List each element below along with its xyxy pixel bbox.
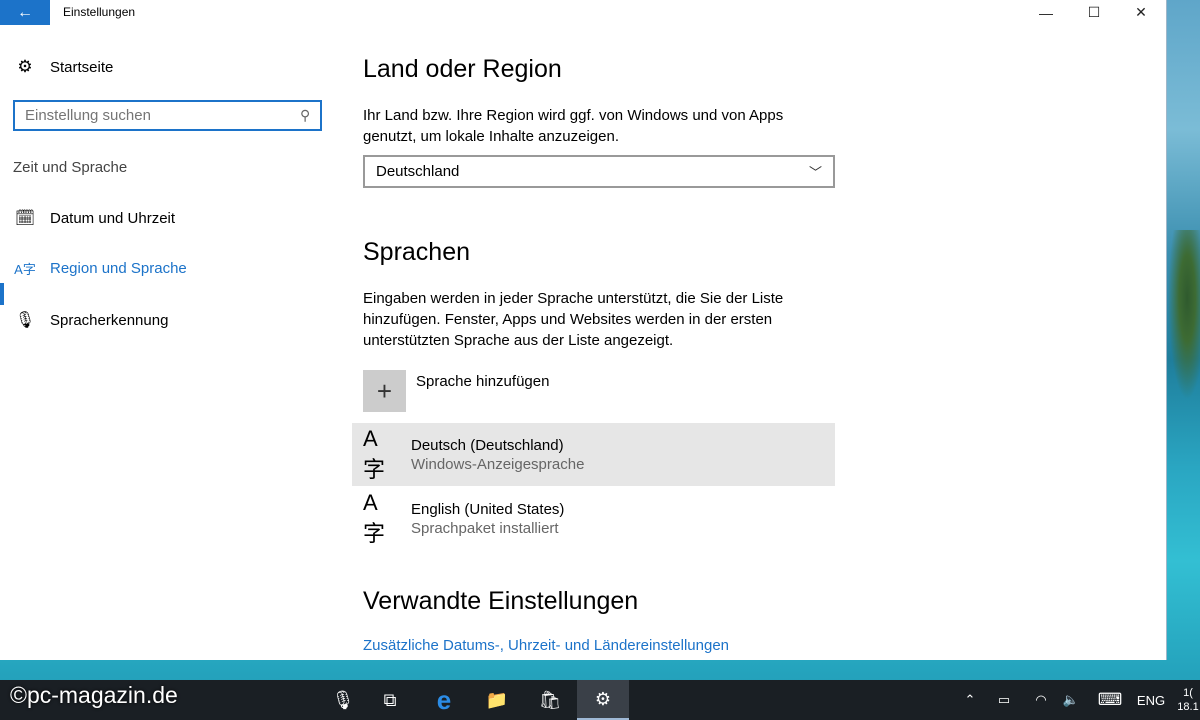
close-icon: ✕ bbox=[1135, 4, 1147, 20]
battery-button[interactable]: ▭ bbox=[990, 680, 1018, 720]
input-language-label: ENG bbox=[1136, 692, 1166, 708]
languages-description-line: Eingaben werden in jeder Sprache unterst… bbox=[363, 290, 784, 307]
additional-settings-link[interactable]: Zusätzliche Datums-, Uhrzeit- und Länder… bbox=[363, 637, 729, 654]
languages-description: Eingaben werden in jeder Sprache unterst… bbox=[363, 288, 783, 351]
search-icon[interactable]: ⚲ bbox=[300, 107, 310, 124]
network-button[interactable]: ◠ bbox=[1028, 680, 1054, 720]
section-label: Zeit und Sprache bbox=[13, 159, 128, 176]
store-button[interactable]: 🛍 bbox=[524, 680, 576, 720]
add-language-label: Sprache hinzufügen bbox=[416, 373, 550, 390]
volume-button[interactable]: 🔈 bbox=[1058, 680, 1084, 720]
keyboard-icon: ⌨ bbox=[1097, 690, 1123, 709]
battery-icon: ▭ bbox=[997, 692, 1011, 707]
microphone-icon: 🎙 bbox=[331, 689, 355, 710]
language-name: Deutsch (Deutschland) bbox=[411, 436, 564, 454]
taskbar: 🎙 ⧉ e 📁 🛍 ⚙ ⌃ ▭ ◠ 🔈 ⌨ ENG 1( 18.1 bbox=[0, 680, 1200, 720]
title-bar: ← Einstellungen — ☐ ✕ bbox=[0, 0, 1166, 25]
minimize-button[interactable]: — bbox=[1022, 0, 1070, 25]
language-icon: A字 bbox=[363, 489, 386, 546]
microphone-icon: 🎙 bbox=[14, 312, 36, 329]
region-description-line: genutzt, um lokale Inhalte anzuzeigen. bbox=[363, 128, 620, 145]
language-name: English (United States) bbox=[411, 500, 565, 518]
region-description: Ihr Land bzw. Ihre Region wird ggf. von … bbox=[363, 105, 783, 147]
cortana-mic-button[interactable]: 🎙 bbox=[325, 680, 361, 720]
maximize-icon: ☐ bbox=[1087, 4, 1101, 20]
language-texts: English (United States) Sprachpaket inst… bbox=[411, 501, 564, 537]
wifi-icon: ◠ bbox=[1035, 692, 1047, 707]
search-input[interactable] bbox=[13, 100, 322, 131]
chevron-up-icon: ⌃ bbox=[964, 692, 976, 707]
maximize-button[interactable]: ☐ bbox=[1070, 0, 1118, 25]
settings-window: ← Einstellungen — ☐ ✕ ⚙ Startseite ⚲ Zei… bbox=[0, 0, 1167, 660]
related-heading: Verwandte Einstellungen bbox=[363, 587, 639, 615]
sidebar: ⚙ Startseite ⚲ Zeit und Sprache 🗓 Datum … bbox=[0, 25, 340, 660]
gear-icon: ⚙ bbox=[594, 688, 612, 709]
back-arrow-icon: ← bbox=[17, 3, 33, 21]
add-language-button[interactable]: + Sprache hinzufügen bbox=[363, 370, 549, 412]
sidebar-item-speech[interactable]: 🎙 Spracherkennung bbox=[14, 310, 169, 330]
language-texts: Deutsch (Deutschland) Windows-Anzeigespr… bbox=[411, 437, 584, 473]
languages-description-line: unterstützten Sprache aus der Liste ange… bbox=[363, 332, 674, 349]
language-icon: A字 bbox=[363, 425, 386, 482]
tray-overflow-button[interactable]: ⌃ bbox=[958, 680, 982, 720]
folder-icon: 📁 bbox=[485, 689, 509, 710]
watermark: ©pc-magazin.de bbox=[10, 682, 178, 708]
calendar-clock-icon: 🗓 bbox=[14, 210, 36, 227]
wallpaper-palm bbox=[1168, 230, 1200, 400]
chevron-down-icon: ﹀ bbox=[808, 165, 822, 180]
clock-button[interactable]: 1( 18.1 bbox=[1176, 680, 1200, 720]
region-description-line: Ihr Land bzw. Ihre Region wird ggf. von … bbox=[363, 107, 784, 124]
edge-icon: e bbox=[436, 684, 452, 715]
minimize-icon: — bbox=[1039, 4, 1053, 21]
nav-home-label: Startseite bbox=[50, 58, 114, 76]
sidebar-item-region-language[interactable]: A字 Region und Sprache bbox=[14, 259, 187, 278]
region-language-icon: A字 bbox=[14, 262, 36, 277]
clock-time: 1( bbox=[1183, 687, 1193, 699]
language-item-english[interactable]: A字 English (United States) Sprachpaket i… bbox=[352, 487, 835, 550]
gear-icon: ⚙ bbox=[17, 57, 33, 76]
sidebar-item-date-time[interactable]: 🗓 Datum und Uhrzeit bbox=[14, 208, 175, 228]
languages-heading: Sprachen bbox=[363, 238, 471, 266]
close-button[interactable]: ✕ bbox=[1117, 0, 1165, 25]
plus-icon: + bbox=[363, 370, 406, 412]
settings-taskbar-button[interactable]: ⚙ bbox=[577, 680, 629, 720]
active-indicator bbox=[0, 283, 4, 305]
main-content: Land oder Region Ihr Land bzw. Ihre Regi… bbox=[352, 25, 1143, 660]
country-dropdown-value: Deutschland bbox=[376, 163, 460, 180]
edge-button[interactable]: e bbox=[418, 680, 470, 720]
input-language-button[interactable]: ENG bbox=[1134, 680, 1168, 720]
sidebar-item-label: Spracherkennung bbox=[50, 311, 169, 329]
language-status: Sprachpaket installiert bbox=[411, 519, 559, 537]
region-heading: Land oder Region bbox=[363, 55, 562, 83]
nav-home[interactable]: ⚙ Startseite bbox=[14, 57, 113, 77]
language-status: Windows-Anzeigesprache bbox=[411, 455, 585, 473]
window-title: Einstellungen bbox=[63, 5, 136, 19]
language-item-german[interactable]: A字 Deutsch (Deutschland) Windows-Anzeige… bbox=[352, 423, 835, 486]
task-view-button[interactable]: ⧉ bbox=[366, 680, 414, 720]
volume-icon: 🔈 bbox=[1062, 692, 1080, 707]
sidebar-item-label: Datum und Uhrzeit bbox=[50, 209, 176, 227]
touch-keyboard-button[interactable]: ⌨ bbox=[1094, 680, 1126, 720]
country-dropdown[interactable]: Deutschland ﹀ bbox=[363, 155, 835, 188]
store-icon: 🛍 bbox=[538, 689, 562, 710]
languages-description-line: hinzufügen. Fenster, Apps und Websites w… bbox=[363, 311, 773, 328]
sidebar-item-label: Region und Sprache bbox=[50, 260, 187, 277]
clock-date: 18.1 bbox=[1177, 701, 1199, 713]
file-explorer-button[interactable]: 📁 bbox=[471, 680, 523, 720]
task-view-icon: ⧉ bbox=[383, 689, 397, 710]
back-button[interactable]: ← bbox=[0, 0, 50, 25]
